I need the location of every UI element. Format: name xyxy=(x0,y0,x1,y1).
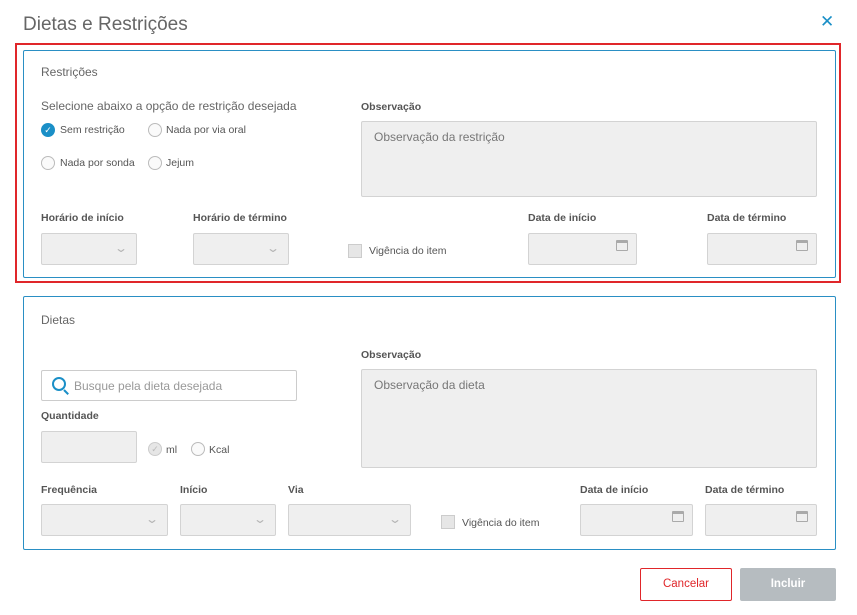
restricoes-observacao-label: Observação xyxy=(361,101,422,113)
dietas-data-termino-label: Data de término xyxy=(705,484,785,496)
unit-ml-label: ml xyxy=(166,444,178,456)
frequencia-label: Frequência xyxy=(41,484,98,496)
horario-termino-label: Horário de término xyxy=(193,212,287,224)
data-termino-label: Data de término xyxy=(707,212,787,224)
dietas-vigencia-checkbox[interactable] xyxy=(441,515,455,529)
radio-jejum[interactable] xyxy=(148,156,162,170)
dietas-observacao-label: Observação xyxy=(361,349,422,361)
restricoes-title: Restrições xyxy=(41,65,98,79)
radio-nada-por-sonda[interactable] xyxy=(41,156,55,170)
radio-kcal[interactable] xyxy=(191,442,205,456)
search-icon xyxy=(52,377,66,391)
restricoes-observacao-textarea[interactable]: Observação da restrição xyxy=(361,121,817,197)
via-label: Via xyxy=(288,484,304,496)
chevron-down-icon: ⌄ xyxy=(387,512,403,526)
radio-ml[interactable]: ✓ xyxy=(148,442,162,456)
chevron-down-icon: ⌄ xyxy=(252,512,268,526)
calendar-icon xyxy=(796,240,808,251)
inicio-select[interactable]: ⌄ xyxy=(180,504,276,536)
cancel-button[interactable]: Cancelar xyxy=(640,568,732,601)
radio-sem-restricao[interactable]: ✓ xyxy=(41,123,55,137)
via-select[interactable]: ⌄ xyxy=(288,504,411,536)
dietas-vigencia-label: Vigência do item xyxy=(462,517,540,529)
calendar-icon xyxy=(616,240,628,251)
dietas-data-inicio-input[interactable] xyxy=(580,504,693,536)
close-icon[interactable]: ✕ xyxy=(820,12,834,32)
horario-termino-select[interactable]: ⌄ xyxy=(193,233,289,265)
radio-label: Nada por sonda xyxy=(60,157,135,169)
restricoes-prompt: Selecione abaixo a opção de restrição de… xyxy=(41,99,297,113)
chevron-down-icon: ⌄ xyxy=(265,241,281,255)
data-inicio-label: Data de início xyxy=(528,212,597,224)
unit-kcal-label: Kcal xyxy=(209,444,230,456)
calendar-icon xyxy=(796,511,808,522)
data-termino-input[interactable] xyxy=(707,233,817,265)
quantidade-input[interactable] xyxy=(41,431,137,463)
dietas-data-inicio-label: Data de início xyxy=(580,484,649,496)
frequencia-select[interactable]: ⌄ xyxy=(41,504,168,536)
chevron-down-icon: ⌄ xyxy=(144,512,160,526)
dietas-data-termino-input[interactable] xyxy=(705,504,817,536)
calendar-icon xyxy=(672,511,684,522)
dietas-observacao-textarea[interactable]: Observação da dieta xyxy=(361,369,817,468)
dietas-title: Dietas xyxy=(41,313,76,327)
radio-label: Sem restrição xyxy=(60,124,125,136)
quantidade-label: Quantidade xyxy=(41,410,99,422)
vigencia-label: Vigência do item xyxy=(369,245,447,257)
vigencia-checkbox[interactable] xyxy=(348,244,362,258)
chevron-down-icon: ⌄ xyxy=(113,241,129,255)
horario-inicio-label: Horário de início xyxy=(41,212,124,224)
radio-nada-via-oral[interactable] xyxy=(148,123,162,137)
inicio-label: Início xyxy=(180,484,208,496)
radio-label: Nada por via oral xyxy=(166,124,246,136)
search-placeholder: Busque pela dieta desejada xyxy=(74,379,223,393)
radio-label: Jejum xyxy=(166,157,195,169)
data-inicio-input[interactable] xyxy=(528,233,637,265)
dialog-title: Dietas e Restrições xyxy=(23,14,188,35)
dieta-search-input[interactable]: Busque pela dieta desejada xyxy=(41,370,297,401)
incluir-button[interactable]: Incluir xyxy=(740,568,836,601)
horario-inicio-select[interactable]: ⌄ xyxy=(41,233,137,265)
